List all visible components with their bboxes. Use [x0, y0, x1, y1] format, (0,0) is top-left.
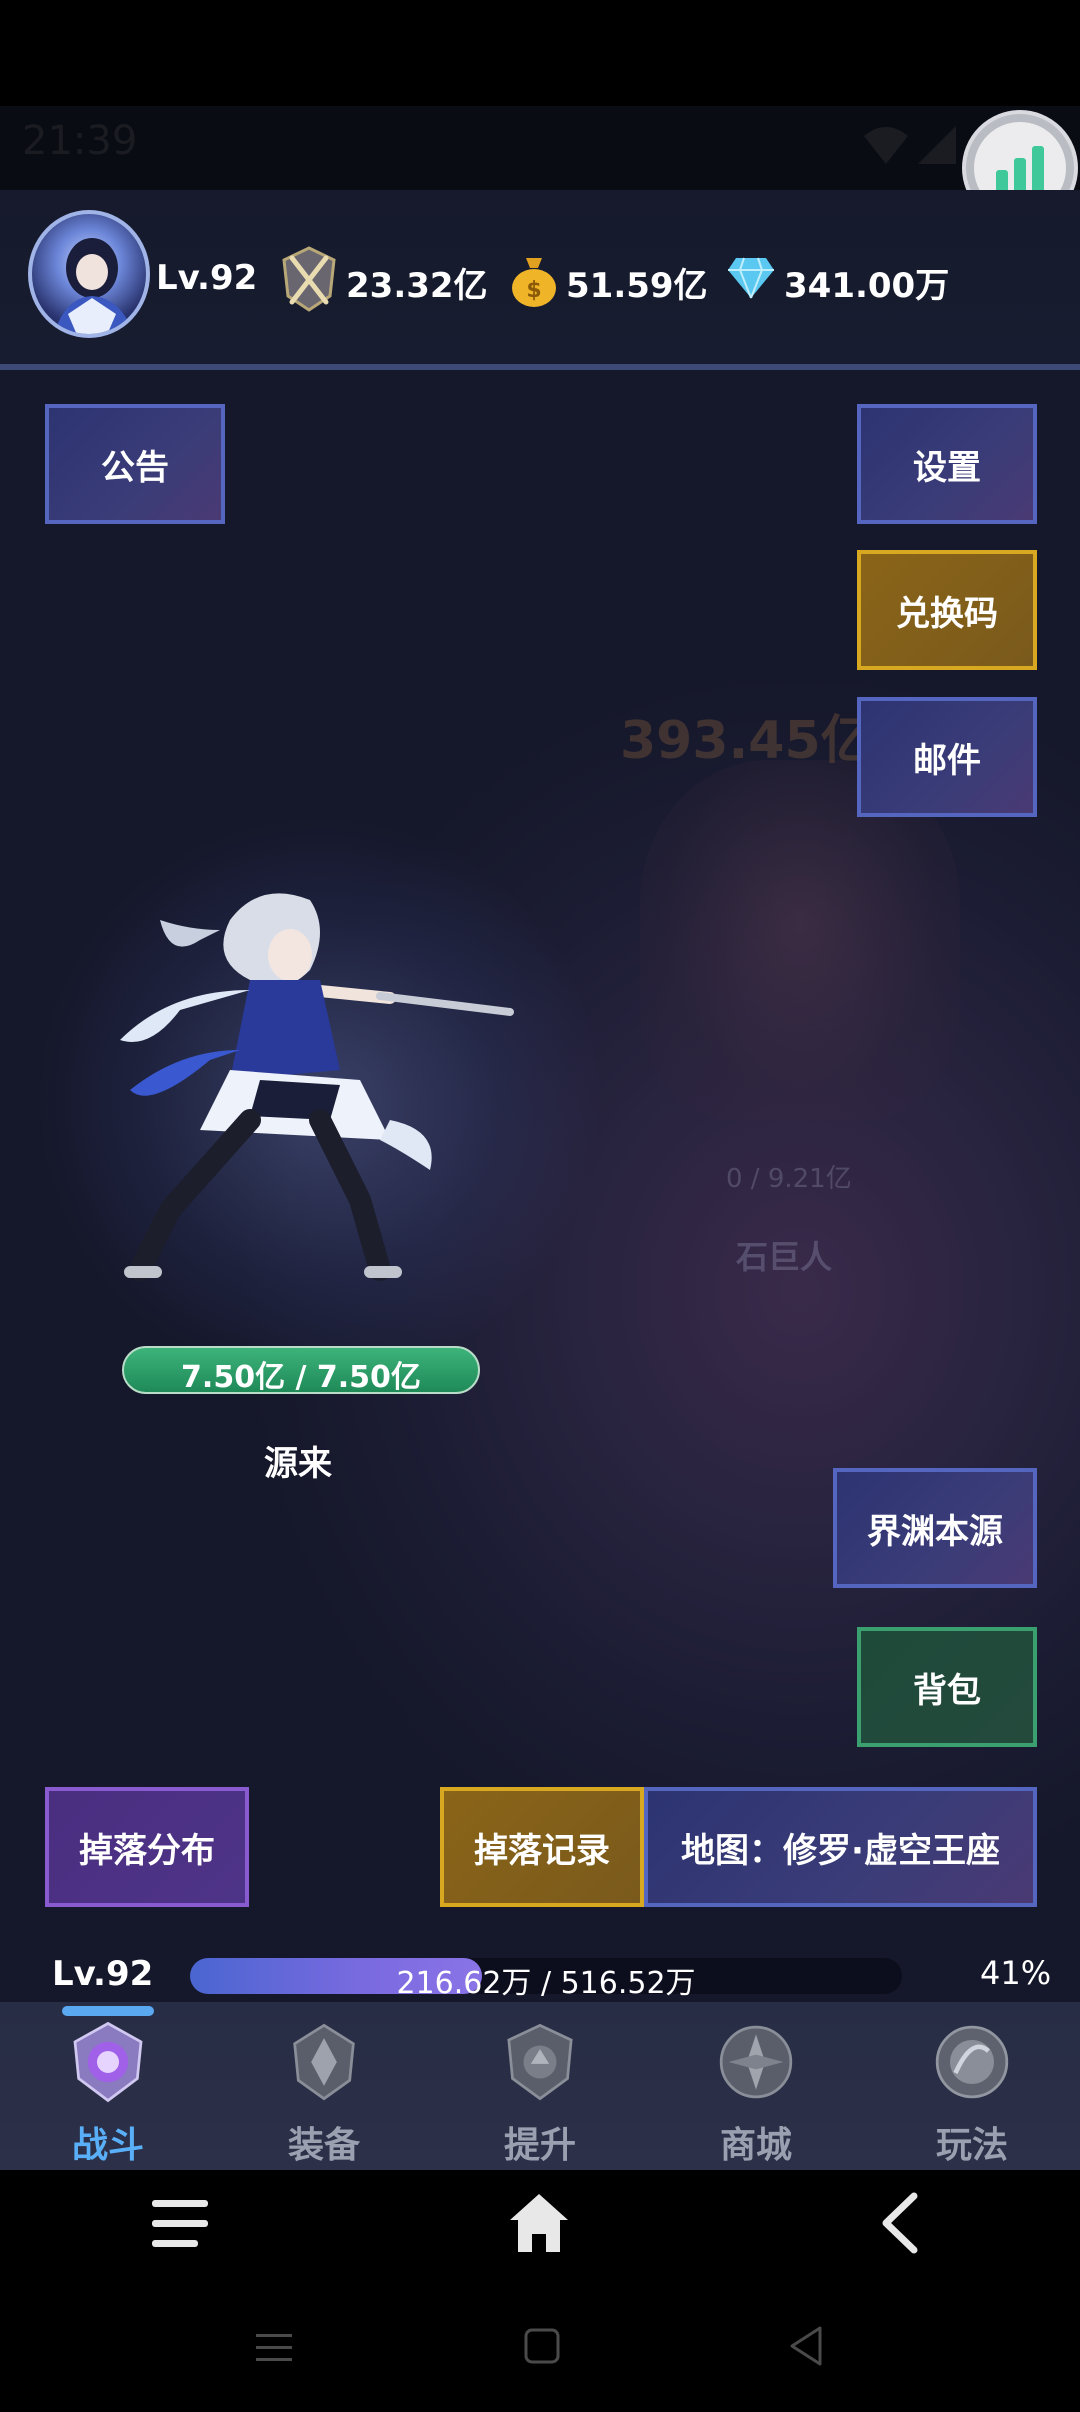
- svg-text:$: $: [526, 278, 541, 303]
- notice-button[interactable]: 公告: [45, 404, 225, 524]
- crossed-swords-icon: [282, 246, 336, 312]
- system-recents-icon[interactable]: [254, 2328, 294, 2368]
- enemy-damage-number: 393.45亿: [620, 711, 873, 771]
- signal-icon: [918, 126, 956, 164]
- drop-log-button[interactable]: 掉落记录: [440, 1787, 644, 1907]
- tab-upgrade-label: 提升: [503, 2125, 576, 2166]
- tab-equipment-label: 装备: [287, 2125, 360, 2166]
- enemy-hp-text: 0 / 9.21亿: [726, 1164, 852, 1194]
- home-icon[interactable]: [506, 2190, 572, 2256]
- menu-icon[interactable]: [148, 2196, 212, 2252]
- diamond-value: 341.00万: [784, 266, 950, 306]
- status-time: 21:39: [22, 118, 138, 164]
- mail-button[interactable]: 邮件: [857, 697, 1037, 817]
- system-back-icon[interactable]: [786, 2324, 826, 2368]
- gameplay-emblem-icon: [935, 2025, 1009, 2099]
- bag-button[interactable]: 背包: [857, 1627, 1037, 1747]
- tab-gameplay-label: 玩法: [935, 2125, 1008, 2166]
- settings-button[interactable]: 设置: [857, 404, 1037, 524]
- map-button[interactable]: 地图：修罗·虚空王座: [644, 1787, 1037, 1907]
- tab-gameplay[interactable]: 玩法: [864, 2018, 1080, 2168]
- diamond-icon: [728, 257, 774, 299]
- hero-character-sprite: [120, 893, 514, 1281]
- back-icon[interactable]: [876, 2190, 922, 2256]
- player-level: Lv.92: [156, 258, 258, 298]
- player-avatar[interactable]: [28, 210, 150, 338]
- shop-emblem-icon: [719, 2025, 793, 2099]
- wifi-icon: [864, 127, 908, 164]
- hero-hp-text: 7.50亿 / 7.50亿: [181, 1360, 421, 1395]
- tab-equipment[interactable]: 装备: [216, 2018, 432, 2168]
- system-home-icon[interactable]: [522, 2326, 562, 2366]
- drop-distribution-button[interactable]: 掉落分布: [45, 1787, 249, 1907]
- exp-level: Lv.92: [52, 1954, 154, 1994]
- battle-emblem-icon: [73, 2021, 143, 2103]
- gold-value: 51.59亿: [566, 266, 708, 306]
- upgrade-emblem-icon: [507, 2023, 573, 2101]
- nav-active-indicator: [62, 2006, 154, 2016]
- power-value: 23.32亿: [346, 266, 488, 306]
- exp-text: 216.62万 / 516.52万: [396, 1966, 696, 2001]
- money-bag-icon: $: [512, 258, 556, 307]
- top-black-bar: [0, 0, 1080, 106]
- tab-battle[interactable]: 战斗: [0, 2018, 216, 2168]
- tab-upgrade[interactable]: 提升: [432, 2018, 648, 2168]
- exp-percent: 41%: [980, 1954, 1052, 1992]
- enemy-name: 石巨人: [736, 1238, 833, 1276]
- redeem-code-button[interactable]: 兑换码: [857, 550, 1037, 670]
- equipment-emblem-icon: [293, 2023, 355, 2101]
- hero-name: 源来: [264, 1444, 332, 1484]
- tab-battle-label: 战斗: [71, 2125, 144, 2166]
- tab-shop[interactable]: 商城: [648, 2018, 864, 2168]
- tab-shop-label: 商城: [719, 2125, 792, 2166]
- abyss-origin-button[interactable]: 界渊本源: [833, 1468, 1037, 1588]
